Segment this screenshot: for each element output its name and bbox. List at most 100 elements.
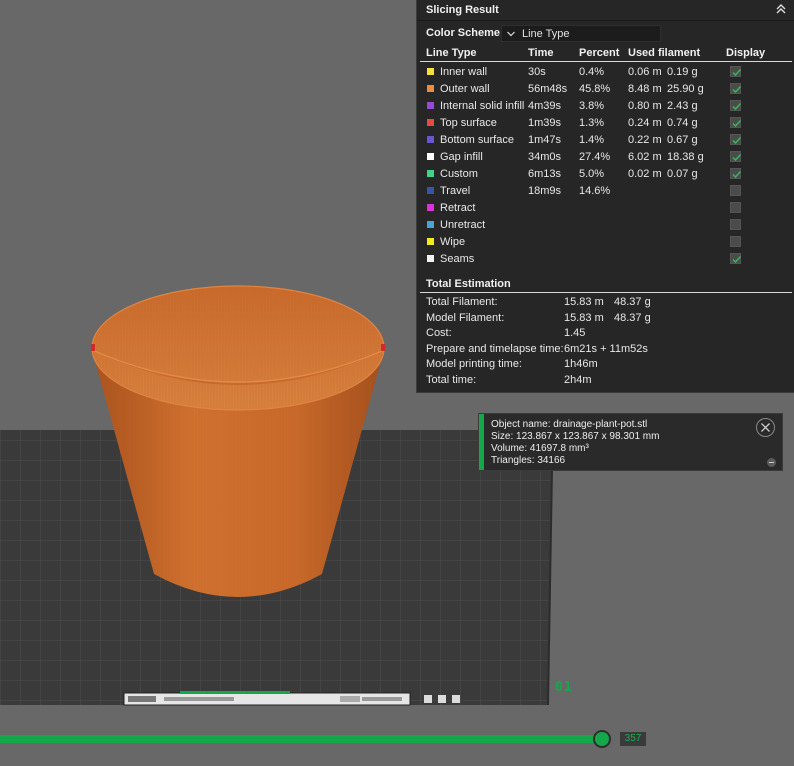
- line-type-row: Inner wall 30s 0.4% 0.06 m 0.19 g: [417, 63, 794, 80]
- color-swatch: [427, 170, 434, 177]
- collapse-icon[interactable]: [775, 3, 787, 15]
- display-checkbox[interactable]: [730, 253, 742, 264]
- total-label: Prepare and timelapse time:: [426, 342, 564, 355]
- total-value-secondary: 48.37 g: [614, 311, 651, 324]
- total-label: Cost:: [426, 327, 452, 339]
- total-estimation-row: Model Filament: 15.83 m 48.37 g: [417, 310, 794, 326]
- line-type-length: 8.48 m: [628, 83, 662, 95]
- line-type-row: Retract: [417, 199, 794, 216]
- plate-number: 01: [555, 680, 573, 695]
- line-type-length: 0.80 m: [628, 100, 662, 112]
- slicing-result-panel: Slicing Result Color Scheme Line Type Li…: [416, 0, 794, 393]
- color-scheme-label: Color Scheme: [426, 27, 500, 39]
- total-value: 1.45: [564, 327, 586, 339]
- display-checkbox[interactable]: [730, 83, 742, 94]
- line-type-name: Internal solid infill: [440, 100, 525, 112]
- checkmark-icon: [732, 136, 742, 145]
- color-swatch: [427, 119, 434, 126]
- checkmark-icon: [732, 153, 742, 162]
- line-type-percent: 5.0%: [579, 168, 605, 180]
- object-info-tooltip: Object name: drainage-plant-pot.stl Size…: [478, 413, 783, 471]
- color-swatch: [427, 85, 434, 92]
- color-swatch: [427, 153, 434, 160]
- line-type-name: Inner wall: [440, 66, 488, 78]
- display-checkbox[interactable]: [730, 100, 742, 111]
- line-type-row: Gap infill 34m0s 27.4% 6.02 m 18.38 g: [417, 148, 794, 165]
- layer-slider-handle[interactable]: [593, 730, 611, 748]
- line-type-time: 4m39s: [528, 100, 562, 112]
- line-type-time: 18m9s: [528, 185, 562, 197]
- color-swatch: [427, 187, 434, 194]
- line-type-row: Bottom surface 1m47s 1.4% 0.22 m 0.67 g: [417, 131, 794, 148]
- line-type-weight: 0.74 g: [667, 117, 698, 129]
- object-volume: Volume: 41697.8 mm³: [491, 443, 589, 454]
- display-checkbox[interactable]: [730, 151, 742, 162]
- line-type-time: 56m48s: [528, 83, 568, 95]
- line-type-length: 0.06 m: [628, 66, 662, 78]
- total-value: 15.83 m: [564, 311, 604, 324]
- display-checkbox[interactable]: [730, 117, 742, 128]
- column-header-time: Time: [528, 47, 554, 59]
- total-label: Total Filament:: [426, 296, 498, 308]
- line-type-length: 0.24 m: [628, 117, 662, 129]
- chevron-down-icon: [507, 31, 515, 37]
- total-label: Total time:: [426, 373, 477, 386]
- checkmark-icon: [732, 68, 742, 77]
- line-type-name: Outer wall: [440, 83, 490, 95]
- total-value: 6m21s + 11m52s: [564, 342, 648, 355]
- display-checkbox[interactable]: [730, 202, 741, 213]
- line-type-name: Retract: [440, 202, 476, 214]
- line-type-length: 0.02 m: [628, 168, 662, 180]
- line-type-name: Travel: [440, 185, 471, 197]
- panel-title: Slicing Result: [426, 4, 499, 16]
- color-swatch: [427, 221, 434, 228]
- total-value: 1h46m: [564, 358, 598, 370]
- line-type-percent: 45.8%: [579, 83, 611, 95]
- total-estimation-row: Total time: 2h4m: [417, 372, 794, 388]
- color-swatch: [427, 204, 434, 211]
- object-triangles: Triangles: 34166: [491, 455, 566, 466]
- line-type-time: 1m47s: [528, 134, 562, 146]
- checkmark-icon: [732, 170, 742, 179]
- line-type-row: Seams: [417, 250, 794, 267]
- object-name: Object name: drainage-plant-pot.stl: [491, 419, 648, 430]
- line-type-row: Wipe: [417, 233, 794, 250]
- line-type-name: Seams: [440, 253, 475, 265]
- line-type-time: 6m13s: [528, 168, 562, 180]
- display-checkbox[interactable]: [730, 168, 742, 179]
- display-checkbox[interactable]: [730, 66, 742, 77]
- line-type-percent: 1.3%: [579, 117, 605, 129]
- column-header-line-type: Line Type: [426, 47, 477, 59]
- total-estimation-row: Total Filament: 15.83 m 48.37 g: [417, 294, 794, 310]
- checkmark-icon: [732, 102, 742, 111]
- layer-slider-value: 357: [620, 732, 646, 746]
- display-checkbox[interactable]: [730, 134, 742, 145]
- line-type-length: 6.02 m: [628, 151, 662, 163]
- color-scheme-value: Line Type: [522, 28, 570, 40]
- line-type-row: Travel 18m9s 14.6%: [417, 182, 794, 199]
- display-checkbox[interactable]: [730, 185, 741, 196]
- line-type-length: 0.22 m: [628, 134, 662, 146]
- panel-header: Slicing Result: [417, 0, 794, 21]
- layer-slider-track[interactable]: [0, 735, 604, 743]
- close-icon[interactable]: [756, 418, 775, 437]
- line-type-weight: 25.90 g: [667, 83, 704, 95]
- display-checkbox[interactable]: [730, 219, 741, 230]
- checkmark-icon: [732, 119, 742, 128]
- line-type-weight: 2.43 g: [667, 100, 698, 112]
- line-type-time: 30s: [528, 66, 546, 78]
- collapse-minus-icon[interactable]: [767, 458, 776, 467]
- total-value-secondary: 48.37 g: [614, 296, 651, 308]
- object-info-accent-bar: [479, 414, 484, 470]
- header-divider: [420, 61, 792, 62]
- line-type-percent: 3.8%: [579, 100, 605, 112]
- color-swatch: [427, 102, 434, 109]
- column-header-percent: Percent: [579, 47, 620, 59]
- line-type-weight: 0.19 g: [667, 66, 698, 78]
- line-type-time: 34m0s: [528, 151, 562, 163]
- display-checkbox[interactable]: [730, 236, 741, 247]
- color-scheme-select[interactable]: Line Type: [501, 25, 661, 42]
- checkmark-icon: [732, 85, 742, 94]
- line-type-name: Bottom surface: [440, 134, 514, 146]
- object-size: Size: 123.867 x 123.867 x 98.301 mm: [491, 431, 660, 442]
